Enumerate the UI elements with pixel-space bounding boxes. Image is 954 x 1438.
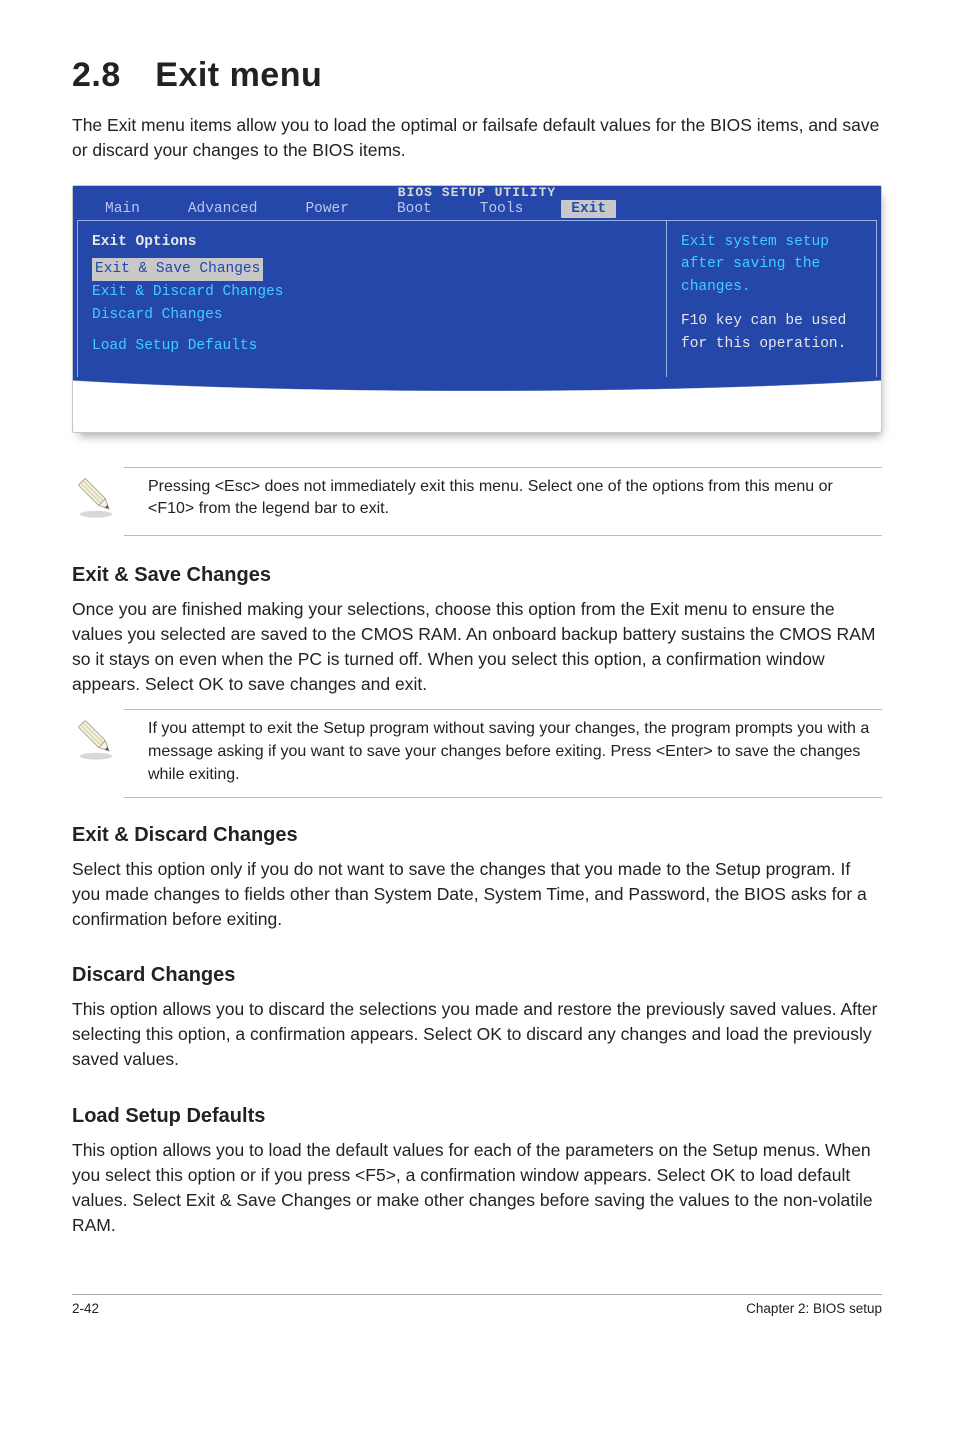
document-page: 2.8 Exit menu The Exit menu items allow …: [0, 0, 954, 1356]
bios-tab-row: Main Advanced Power Boot Tools Exit: [73, 200, 881, 220]
section-heading: Discard Changes: [72, 964, 882, 987]
bios-tab-advanced[interactable]: Advanced: [178, 200, 268, 218]
bios-tab-power[interactable]: Power: [295, 200, 359, 218]
bios-help-text-1: Exit system setup after saving the chang…: [681, 231, 862, 298]
bios-screenshot: BIOS SETUP UTILITY Main Advanced Power B…: [72, 185, 882, 433]
bios-option-selected[interactable]: Exit & Save Changes: [92, 258, 652, 281]
bios-tab-tools[interactable]: Tools: [470, 200, 534, 218]
section-heading: Load Setup Defaults: [72, 1105, 882, 1128]
pencil-note-icon: [72, 714, 120, 767]
pencil-note-icon: [72, 472, 120, 525]
section-body: Select this option only if you do not wa…: [72, 857, 882, 933]
note-text: If you attempt to exit the Setup program…: [148, 718, 882, 786]
note-text: Pressing <Esc> does not immediately exit…: [148, 476, 882, 521]
bios-section-title: Exit Options: [92, 231, 652, 254]
bios-option[interactable]: Discard Changes: [92, 304, 652, 327]
bios-bottom-curve: [73, 376, 881, 432]
bios-left-pane: Exit Options Exit & Save Changes Exit & …: [77, 220, 667, 377]
chapter-label: Chapter 2: BIOS setup: [746, 1301, 882, 1316]
bios-help-pane: Exit system setup after saving the chang…: [667, 220, 877, 377]
bios-titlebar: BIOS SETUP UTILITY: [73, 186, 881, 200]
bios-option[interactable]: Exit & Discard Changes: [92, 281, 652, 304]
bios-tab-boot[interactable]: Boot: [387, 200, 442, 218]
section-body: This option allows you to discard the se…: [72, 997, 882, 1073]
bios-title-text: BIOS SETUP UTILITY: [398, 185, 556, 200]
bios-body: Exit Options Exit & Save Changes Exit & …: [73, 220, 881, 377]
bios-help-text-2: F10 key can be used for this operation.: [681, 310, 862, 355]
section-body: This option allows you to load the defau…: [72, 1138, 882, 1239]
section-heading: Exit & Save Changes: [72, 564, 882, 587]
bios-option[interactable]: Load Setup Defaults: [92, 335, 652, 358]
section-body: Once you are finished making your select…: [72, 597, 882, 698]
page-heading: 2.8 Exit menu: [72, 56, 882, 95]
bios-spacer: [92, 327, 652, 335]
page-number: 2-42: [72, 1301, 99, 1316]
page-footer: 2-42 Chapter 2: BIOS setup: [72, 1294, 882, 1316]
note-block: Pressing <Esc> does not immediately exit…: [124, 467, 882, 536]
intro-block: The Exit menu items allow you to load th…: [72, 113, 882, 163]
note-block: If you attempt to exit the Setup program…: [124, 709, 882, 797]
bios-tab-main[interactable]: Main: [95, 200, 150, 218]
intro-text: The Exit menu items allow you to load th…: [72, 113, 882, 163]
section-heading: Exit & Discard Changes: [72, 824, 882, 847]
bios-tab-exit[interactable]: Exit: [561, 200, 616, 218]
bios-option-selected-label: Exit & Save Changes: [92, 258, 263, 281]
